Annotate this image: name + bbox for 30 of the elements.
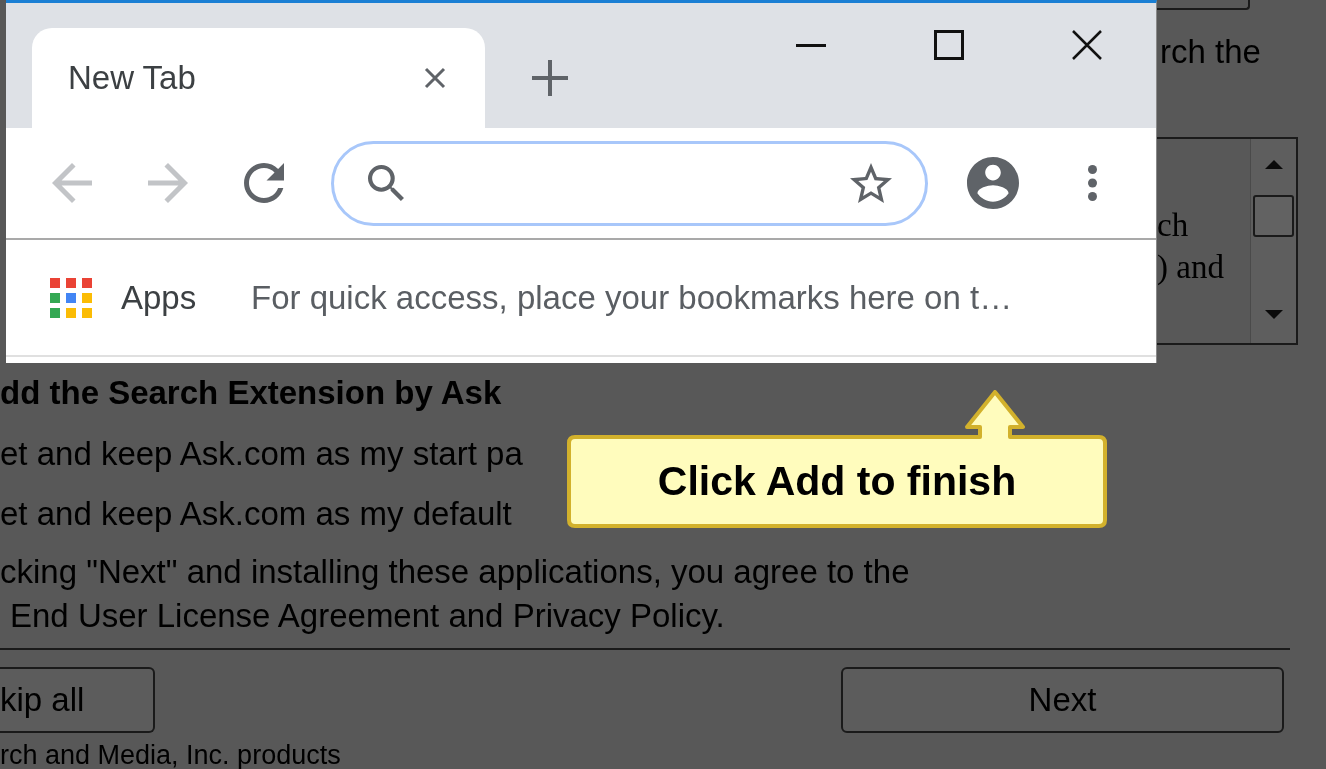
footer-text: rch and Media, Inc. products (0, 741, 341, 769)
apps-grid-icon (50, 277, 92, 318)
agreement-text: cking "Next" and installing these applications, you agree to the (0, 552, 910, 592)
close-icon[interactable] (424, 67, 446, 89)
bookmarks-hint: For quick access, place your bookmarks here on t… (251, 278, 1013, 317)
new-tab-button[interactable] (530, 58, 570, 98)
option-text: et and keep Ask.com as my start pa (0, 434, 523, 474)
search-icon (368, 165, 404, 201)
list-text: ) and (1157, 248, 1224, 287)
close-icon (1072, 30, 1102, 60)
option-text: et and keep Ask.com as my default (0, 494, 512, 534)
menu-icon (1087, 165, 1097, 201)
scroll-up-icon[interactable] (1264, 160, 1283, 169)
list-text: ch (1157, 206, 1189, 245)
scrollbar-thumb[interactable] (1253, 195, 1294, 237)
agreement-text: End User License Agreement and Privacy Policy. (9, 596, 725, 636)
maximize-icon (934, 30, 964, 60)
apps-button[interactable]: Apps (40, 277, 210, 318)
reload-icon (244, 163, 284, 203)
forward-arrow-icon (148, 163, 188, 203)
profile-icon (967, 157, 1019, 209)
plus-icon (532, 60, 568, 96)
scroll-down-icon[interactable] (1264, 310, 1283, 319)
browser-tab[interactable]: New Tab (32, 28, 485, 128)
section-heading: dd the Search Extension by Ask (0, 373, 502, 413)
back-arrow-icon (52, 163, 92, 203)
dialog-text: rch the (1160, 34, 1261, 70)
star-icon[interactable] (850, 163, 892, 203)
minimize-icon (796, 43, 826, 47)
callout-text: Click Add to finish (657, 458, 1017, 505)
